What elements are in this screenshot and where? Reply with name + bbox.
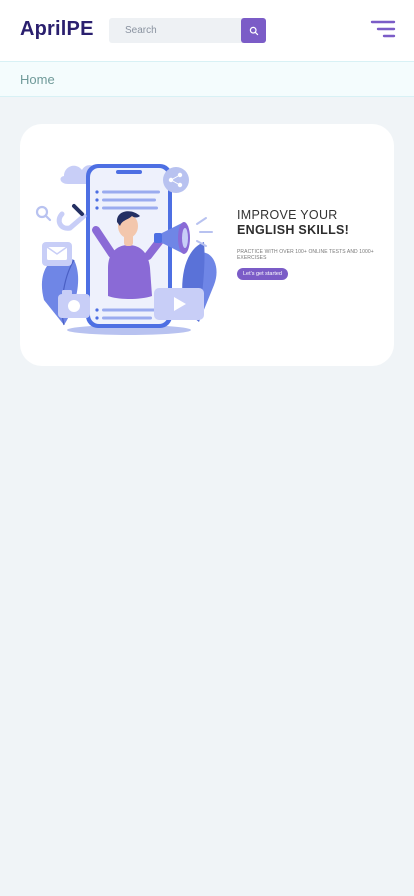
hero-card: IMPROVE YOUR ENGLISH SKILLS! PRACTICE WI… [20, 124, 394, 366]
logo[interactable]: AprilPE [20, 18, 94, 41]
hero-title-line1: IMPROVE YOUR [237, 208, 338, 222]
breadcrumb-home[interactable]: Home [20, 72, 55, 87]
hero-text: IMPROVE YOUR ENGLISH SKILLS! PRACTICE WI… [237, 208, 377, 280]
search-button[interactable] [241, 18, 266, 43]
marketing-megaphone-illustration [35, 164, 217, 335]
hero-subtitle: PRACTICE WITH OVER 100+ ONLINE TESTS AND… [237, 249, 374, 261]
breadcrumb: Home [0, 61, 414, 97]
header: AprilPE [0, 0, 414, 61]
hero-title-line2: ENGLISH SKILLS! [237, 223, 350, 237]
menu-icon[interactable] [368, 19, 396, 41]
search-input[interactable] [117, 18, 241, 43]
search-bar [109, 18, 266, 43]
get-started-button[interactable]: Let's get started [237, 268, 288, 280]
search-icon [249, 26, 258, 35]
